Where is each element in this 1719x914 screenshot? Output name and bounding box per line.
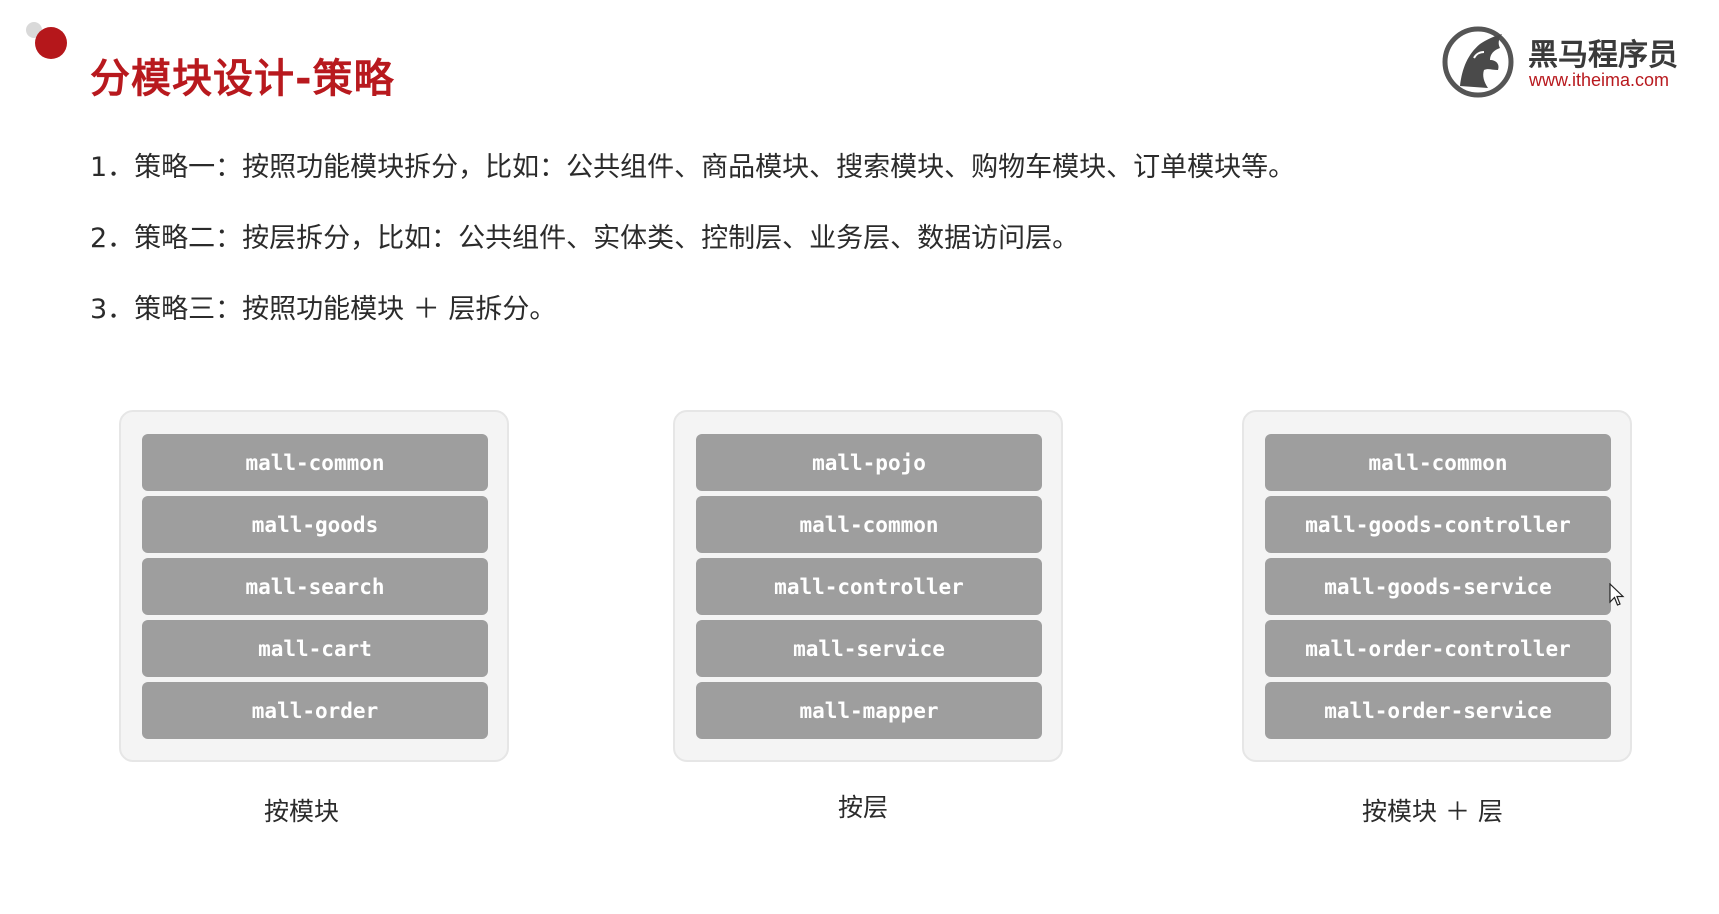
module-box: mall-search <box>142 558 488 615</box>
panel-by-module-and-layer: mall-common mall-goods-controller mall-g… <box>1242 410 1632 762</box>
module-box: mall-mapper <box>696 682 1042 739</box>
module-box: mall-pojo <box>696 434 1042 491</box>
slide-title: 分模块设计-策略 <box>90 56 395 102</box>
panel-caption: 按模块 ＋ 层 <box>1362 797 1503 826</box>
module-box: mall-service <box>696 620 1042 677</box>
module-box: mall-controller <box>696 558 1042 615</box>
module-box: mall-goods-service <box>1265 558 1611 615</box>
brand-name: 黑马程序员 <box>1528 38 1678 73</box>
brand-url: www.itheima.com <box>1529 70 1670 90</box>
panel-by-module: mall-common mall-goods mall-search mall-… <box>119 410 509 762</box>
panel-caption: 按层 <box>838 793 889 822</box>
mouse-cursor-icon <box>1609 583 1625 606</box>
strategy-item: 2．策略二：按层拆分，比如：公共组件、实体类、控制层、业务层、数据访问层。 <box>90 223 1080 254</box>
strategy-list: 1．策略一：按照功能模块拆分，比如：公共组件、商品模块、搜索模块、购物车模块、订… <box>90 148 1295 361</box>
decor-dot-red <box>35 27 67 59</box>
module-box: mall-common <box>696 496 1042 553</box>
module-box: mall-order <box>142 682 488 739</box>
module-box: mall-order-controller <box>1265 620 1611 677</box>
module-box: mall-order-service <box>1265 682 1611 739</box>
module-box: mall-goods <box>142 496 488 553</box>
strategy-item: 1．策略一：按照功能模块拆分，比如：公共组件、商品模块、搜索模块、购物车模块、订… <box>90 152 1296 183</box>
panel-caption: 按模块 <box>264 797 340 826</box>
module-box: mall-cart <box>142 620 488 677</box>
module-box: mall-goods-controller <box>1265 496 1611 553</box>
strategy-item: 3．策略三：按照功能模块 ＋ 层拆分。 <box>90 294 557 325</box>
module-box: mall-common <box>1265 434 1611 491</box>
horse-head-icon <box>1442 26 1514 98</box>
panel-by-layer: mall-pojo mall-common mall-controller ma… <box>673 410 1063 762</box>
brand-logo: 黑马程序员 www.itheima.com <box>1440 22 1700 100</box>
module-box: mall-common <box>142 434 488 491</box>
